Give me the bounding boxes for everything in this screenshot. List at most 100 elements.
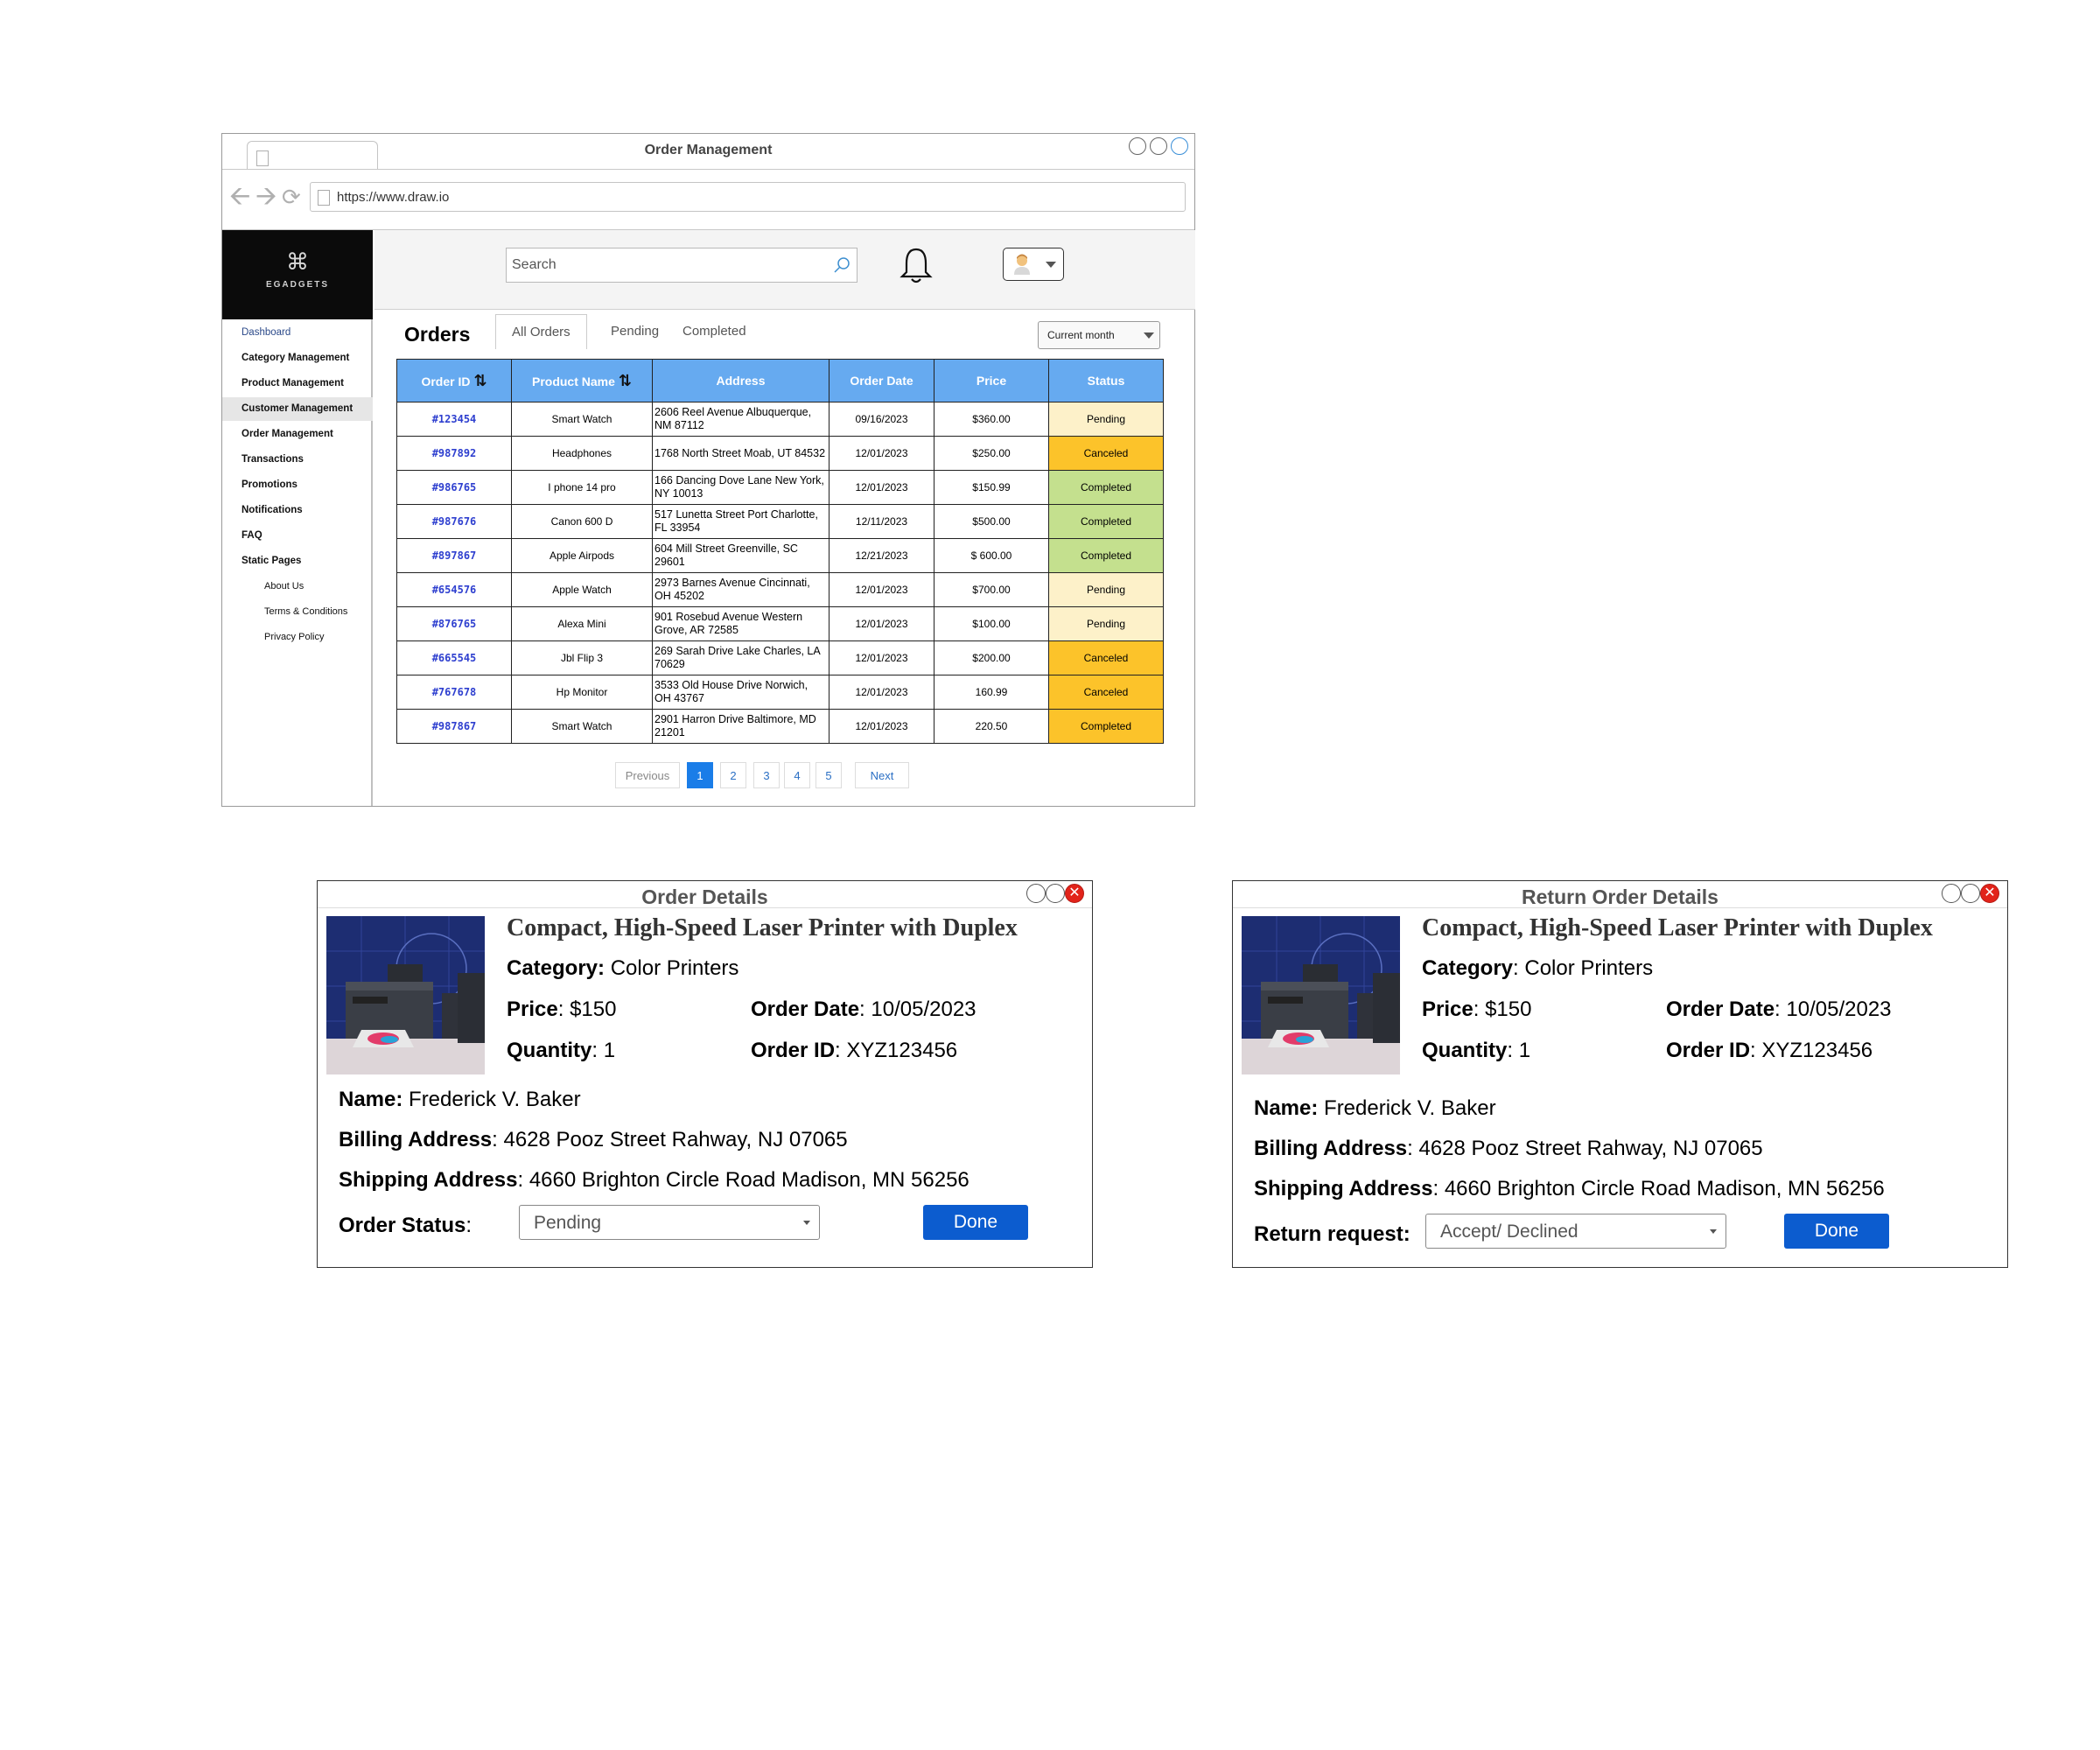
price-cell: $100.00: [934, 606, 1049, 641]
dialog-divider: [1233, 907, 2007, 908]
sidebar-item-customer-management[interactable]: Customer Management: [222, 397, 373, 421]
bell-icon[interactable]: [900, 246, 933, 284]
maximize-button[interactable]: [1150, 137, 1167, 155]
maximize-button[interactable]: [1046, 884, 1065, 903]
sidebar-item-terms[interactable]: Terms & Conditions: [222, 600, 373, 624]
sidebar-item-promotions[interactable]: Promotions: [222, 473, 373, 497]
order-id-cell[interactable]: #123454: [396, 402, 512, 437]
pagination-next[interactable]: Next: [855, 762, 909, 788]
table-row[interactable]: #987676 Canon 600 D 517 Lunetta Street Por…: [396, 504, 1164, 539]
url-bar[interactable]: https://www.draw.io: [310, 182, 1186, 212]
close-button[interactable]: [1171, 137, 1188, 155]
sidebar-item-faq[interactable]: FAQ: [222, 524, 373, 548]
search-input[interactable]: Search: [506, 248, 858, 283]
product-name-cell: Smart Watch: [511, 402, 653, 437]
pagination-page-2[interactable]: 2: [720, 762, 746, 788]
price-cell: 220.50: [934, 709, 1049, 744]
search-icon[interactable]: [832, 256, 851, 275]
column-header-status: Status: [1048, 359, 1164, 402]
sidebar-item-notifications[interactable]: Notifications: [222, 499, 373, 522]
column-header-price: Price: [934, 359, 1049, 402]
browser-window: Order Management 🡨 🡪 ⟳ https://www.draw.…: [221, 133, 1195, 807]
order-id-cell[interactable]: #767678: [396, 675, 512, 710]
column-header-order-date: Order Date: [829, 359, 934, 402]
order-id-cell[interactable]: #876765: [396, 606, 512, 641]
column-header-product-name[interactable]: Product Name ⇅: [511, 359, 653, 402]
order-status-select[interactable]: Pending: [519, 1205, 820, 1240]
address-cell: 269 Sarah Drive Lake Charles, LA 70629: [652, 640, 830, 676]
sidebar-item-transactions[interactable]: Transactions: [222, 448, 373, 472]
avatar-icon: [1014, 254, 1030, 275]
sidebar-item-about-us[interactable]: About Us: [222, 575, 373, 598]
back-icon[interactable]: 🡨: [229, 184, 250, 210]
dialog-divider: [318, 907, 1092, 908]
status-cell: Completed: [1048, 470, 1164, 505]
forward-icon[interactable]: 🡪: [256, 184, 276, 210]
table-row[interactable]: #897867 Apple Airpods 604 Mill Street Gree…: [396, 538, 1164, 573]
table-row[interactable]: #986765 I phone 14 pro 166 Dancing Dove La…: [396, 470, 1164, 505]
column-header-order-id[interactable]: Order ID ⇅: [396, 359, 512, 402]
order-id-cell[interactable]: #987892: [396, 436, 512, 471]
order-id-cell[interactable]: #986765: [396, 470, 512, 505]
top-header: Search: [374, 230, 1195, 310]
table-row[interactable]: #654576 Apple Watch 2973 Barnes Avenue Cin…: [396, 572, 1164, 607]
table-row[interactable]: #876765 Alexa Mini 901 Rosebud Avenue West…: [396, 606, 1164, 641]
order-id-cell[interactable]: #665545: [396, 640, 512, 676]
pagination-page-4[interactable]: 4: [784, 762, 810, 788]
table-row[interactable]: #123454 Smart Watch 2606 Reel Avenue Albuq…: [396, 402, 1164, 437]
product-name-cell: Smart Watch: [511, 709, 653, 744]
price-field: Price: $150: [507, 998, 617, 1021]
category-field: Category: Color Printers: [1422, 956, 1654, 980]
minimize-button[interactable]: [1942, 884, 1961, 903]
sidebar-item-product-management[interactable]: Product Management: [222, 372, 373, 396]
reload-icon[interactable]: ⟳: [282, 184, 301, 210]
user-menu-button[interactable]: [1003, 248, 1064, 281]
close-button[interactable]: ✕: [1065, 884, 1084, 903]
sidebar-item-dashboard[interactable]: Dashboard: [222, 321, 373, 345]
price-cell: $360.00: [934, 402, 1049, 437]
pagination-previous[interactable]: Previous: [615, 762, 680, 788]
sidebar-item-privacy-policy[interactable]: Privacy Policy: [222, 626, 373, 649]
address-cell: 604 Mill Street Greenville, SC 29601: [652, 538, 830, 573]
sort-icon[interactable]: ⇅: [473, 372, 486, 389]
customer-name-field: Name: Frederick V. Baker: [1254, 1096, 1496, 1120]
table-row[interactable]: #665545 Jbl Flip 3 269 Sarah Drive Lake Ch…: [396, 640, 1164, 676]
sidebar-item-order-management[interactable]: Order Management: [222, 423, 373, 446]
tab-all-orders[interactable]: All Orders: [495, 314, 587, 349]
product-name-cell: Canon 600 D: [511, 504, 653, 539]
order-date-cell: 12/01/2023: [829, 640, 934, 676]
close-button[interactable]: ✕: [1980, 884, 1999, 903]
return-request-select[interactable]: Accept/ Declined: [1425, 1214, 1726, 1249]
order-date-cell: 09/16/2023: [829, 402, 934, 437]
customer-name-field: Name: Frederick V. Baker: [339, 1088, 581, 1111]
done-button[interactable]: Done: [923, 1205, 1028, 1240]
maximize-button[interactable]: [1961, 884, 1980, 903]
minimize-button[interactable]: [1026, 884, 1046, 903]
order-id-cell[interactable]: #987867: [396, 709, 512, 744]
table-row[interactable]: #987892 Headphones 1768 North Street Moab,…: [396, 436, 1164, 471]
brand-logo[interactable]: ⌘ EGADGETS: [222, 230, 373, 319]
order-id-cell[interactable]: #654576: [396, 572, 512, 607]
pagination-page-5[interactable]: 5: [816, 762, 842, 788]
sidebar-item-static-pages[interactable]: Static Pages: [222, 550, 373, 573]
status-cell: Completed: [1048, 538, 1164, 573]
pagination-page-3[interactable]: 3: [753, 762, 780, 788]
pagination-page-1[interactable]: 1: [687, 762, 713, 788]
order-date-cell: 12/01/2023: [829, 675, 934, 710]
tab-pending[interactable]: Pending: [595, 314, 675, 349]
quantity-field: Quantity: 1: [507, 1039, 616, 1062]
minimize-button[interactable]: [1129, 137, 1146, 155]
page-title: Orders: [404, 323, 471, 346]
period-select[interactable]: Current month: [1038, 321, 1160, 349]
chevron-down-icon: [1144, 332, 1154, 339]
column-header-label: Product Name: [531, 374, 615, 388]
done-button[interactable]: Done: [1784, 1214, 1889, 1249]
table-row[interactable]: #767678 Hp Monitor 3533 Old House Drive No…: [396, 675, 1164, 710]
sort-icon[interactable]: ⇅: [619, 372, 632, 389]
order-id-cell[interactable]: #897867: [396, 538, 512, 573]
tab-completed[interactable]: Completed: [667, 314, 762, 349]
search-placeholder: Search: [512, 257, 556, 272]
sidebar-item-category-management[interactable]: Category Management: [222, 346, 373, 370]
order-id-cell[interactable]: #987676: [396, 504, 512, 539]
table-row[interactable]: #987867 Smart Watch 2901 Harron Drive Balt…: [396, 709, 1164, 744]
